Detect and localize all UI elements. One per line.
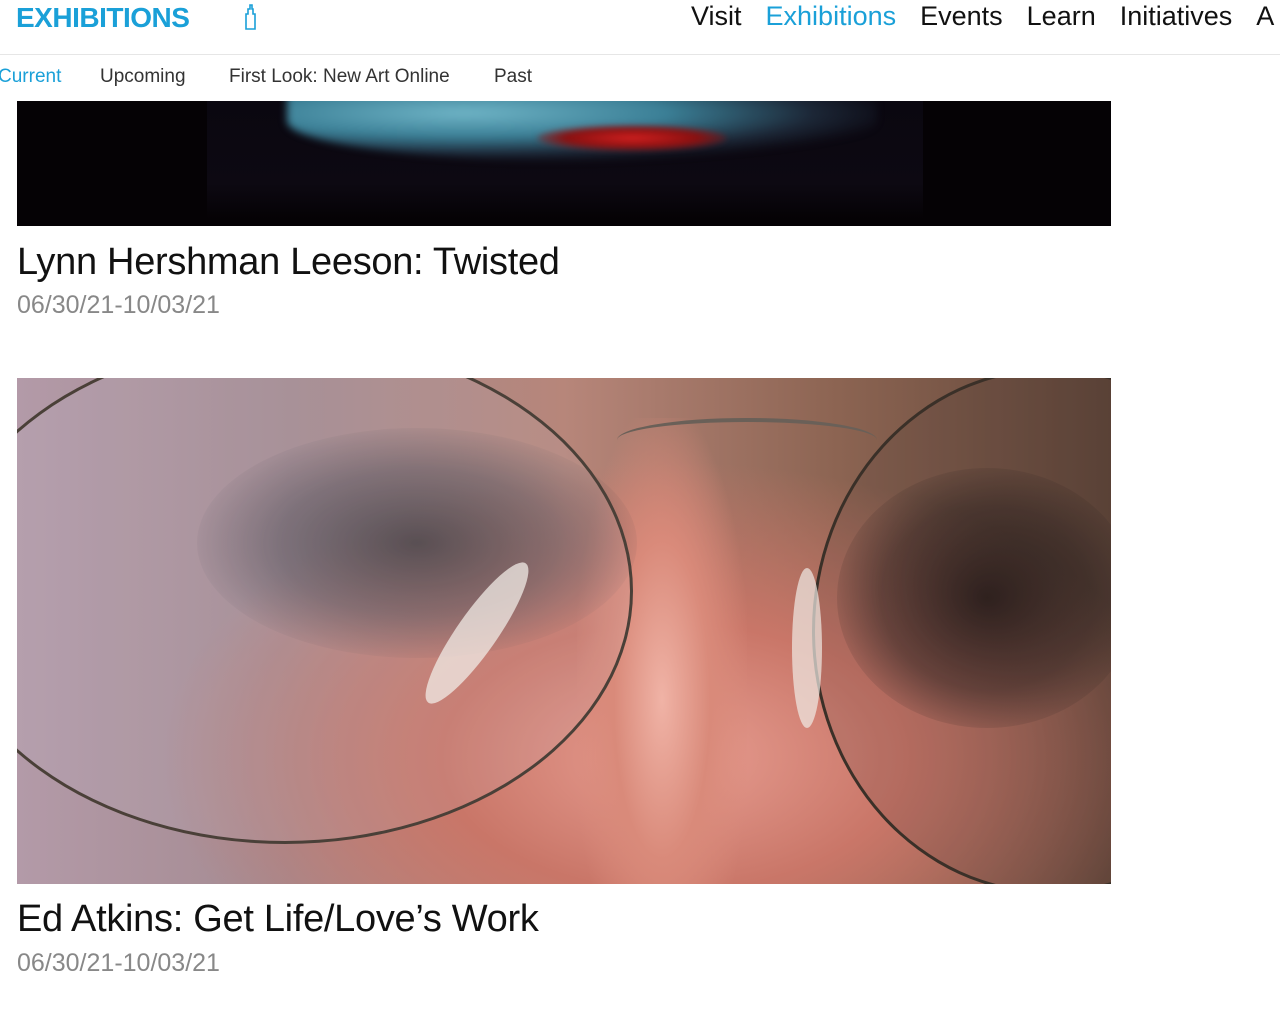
image-glasses-bridge [617, 418, 877, 462]
exhibition-dates: 06/30/21-10/03/21 [17, 949, 220, 977]
nav-learn[interactable]: Learn [1027, 0, 1096, 32]
exhibition-image-ed-atkins[interactable] [17, 378, 1111, 884]
image-nose-pad-right [792, 568, 822, 728]
exhibition-image-lynn-hershman-leeson[interactable] [17, 101, 1111, 226]
subnav-current[interactable]: Current [0, 64, 61, 90]
nav-truncated-item[interactable]: A [1256, 0, 1274, 32]
exhibition-title[interactable]: Ed Atkins: Get Life/Love’s Work [17, 897, 539, 941]
nav-events[interactable]: Events [920, 0, 1003, 32]
image-frame [207, 101, 923, 219]
site-header: EXHIBITIONS Visit Exhibitions Events Learn I… [0, 0, 1280, 55]
nav-initiatives[interactable]: Initiatives [1120, 0, 1233, 32]
subnav-past[interactable]: Past [494, 64, 532, 90]
nav-exhibitions[interactable]: Exhibitions [766, 0, 897, 32]
exhibition-title[interactable]: Lynn Hershman Leeson: Twisted [17, 240, 560, 284]
exhibition-dates: 06/30/21-10/03/21 [17, 291, 220, 319]
image-red-shape [537, 125, 727, 151]
nav-visit[interactable]: Visit [691, 0, 742, 32]
subnav-upcoming[interactable]: Upcoming [100, 64, 186, 90]
image-lens-left [17, 378, 633, 844]
subnav-first-look[interactable]: First Look: New Art Online [229, 64, 450, 90]
building-icon[interactable] [240, 4, 260, 30]
site-logo[interactable]: EXHIBITIONS [16, 2, 190, 34]
main-nav: Visit Exhibitions Events Learn Initiatives A [691, 0, 1280, 34]
